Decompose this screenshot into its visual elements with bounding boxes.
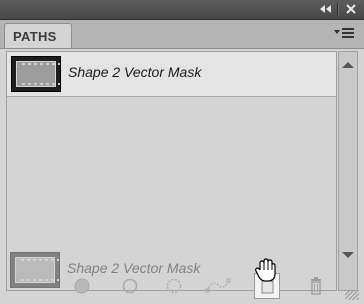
resize-grip[interactable] [345, 290, 359, 300]
panel-menu-button[interactable] [333, 26, 355, 40]
tab-paths[interactable]: PATHS [4, 23, 72, 48]
stroke-path-button[interactable] [117, 273, 143, 299]
trash-icon [311, 277, 321, 295]
stroke-path-icon [122, 278, 138, 294]
close-panel-button[interactable] [343, 1, 359, 17]
scroll-down-arrow-icon[interactable] [342, 252, 354, 258]
collapse-panel-button[interactable] [318, 1, 334, 17]
fill-path-icon [74, 278, 90, 294]
panel-title-bar [0, 0, 364, 20]
film-frame-icon [16, 61, 60, 87]
grab-hand-cursor-icon [255, 258, 277, 284]
panel-tab-strip: PATHS [0, 20, 364, 49]
panel-menu-icon [334, 28, 354, 38]
scroll-up-arrow-icon[interactable] [342, 62, 354, 68]
path-thumbnail [11, 56, 61, 92]
fill-path-button[interactable] [69, 273, 95, 299]
vertical-scrollbar[interactable] [338, 51, 358, 291]
make-work-path-icon [205, 278, 231, 293]
close-icon [346, 4, 356, 14]
path-row[interactable]: Shape 2 Vector Mask [7, 52, 336, 97]
load-path-as-selection-icon [166, 278, 182, 294]
make-work-path-button[interactable] [205, 273, 231, 299]
delete-path-button[interactable] [303, 273, 329, 299]
double-chevron-left-icon [320, 5, 331, 13]
path-name-label: Shape 2 Vector Mask [68, 64, 202, 80]
load-selection-button[interactable] [161, 273, 187, 299]
title-bar-divider [337, 3, 339, 16]
paths-bottom-toolbar [0, 268, 364, 304]
tab-paths-label: PATHS [13, 29, 57, 44]
